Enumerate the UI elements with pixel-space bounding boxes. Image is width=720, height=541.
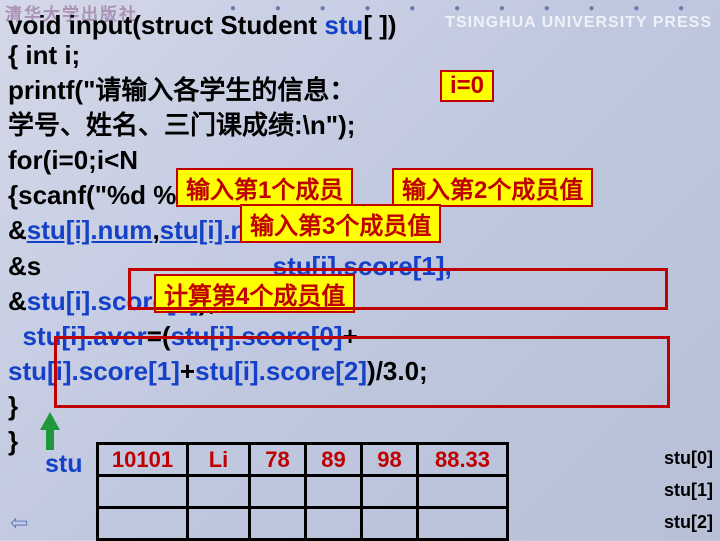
cell-aver: 88.33 (418, 444, 508, 476)
code-line-1: { int i; (8, 38, 712, 73)
cell-s2: 98 (362, 444, 418, 476)
press-name-en: TSINGHUA UNIVERSITY PRESS (445, 14, 712, 32)
function-signature: void input(struct Student stu[ ]) TSINGH… (8, 10, 712, 41)
index-label-2: stu[2] (664, 512, 713, 533)
code-line-2: printf("请输入各学生的信息： (8, 73, 712, 108)
callout-i-equals-0: i=0 (440, 70, 494, 102)
cell-num: 10101 (98, 444, 188, 476)
sig-part3: [ ]) (363, 10, 396, 40)
index-label-1: stu[1] (664, 480, 713, 501)
highlight-box-2 (54, 336, 670, 408)
cell-s0: 78 (250, 444, 306, 476)
array-label: stu (45, 450, 83, 479)
data-table: 10101 Li 78 89 98 88.33 (96, 442, 509, 541)
highlight-box-1 (128, 268, 668, 310)
table-row: 10101 Li 78 89 98 88.33 (98, 444, 508, 476)
table-row (98, 476, 508, 508)
code-line-3: 学号、姓名、三门课成绩:\n"); (8, 108, 712, 143)
cell-name: Li (188, 444, 250, 476)
callout-input-member-2: 输入第2个成员值 (392, 168, 593, 207)
arrow-stem (46, 428, 54, 450)
back-arrow-icon[interactable]: ⇦ (10, 510, 28, 536)
code-line-4: for(i=0;i<N (8, 143, 712, 178)
callout-input-member-3: 输入第3个成员值 (240, 204, 441, 243)
callout-input-member-1: 输入第1个成员 (176, 168, 353, 207)
table-row (98, 508, 508, 540)
sig-part1: void input(struct Student (8, 10, 324, 40)
index-label-0: stu[0] (664, 448, 713, 469)
sig-param: stu (324, 10, 363, 40)
cell-s1: 89 (306, 444, 362, 476)
